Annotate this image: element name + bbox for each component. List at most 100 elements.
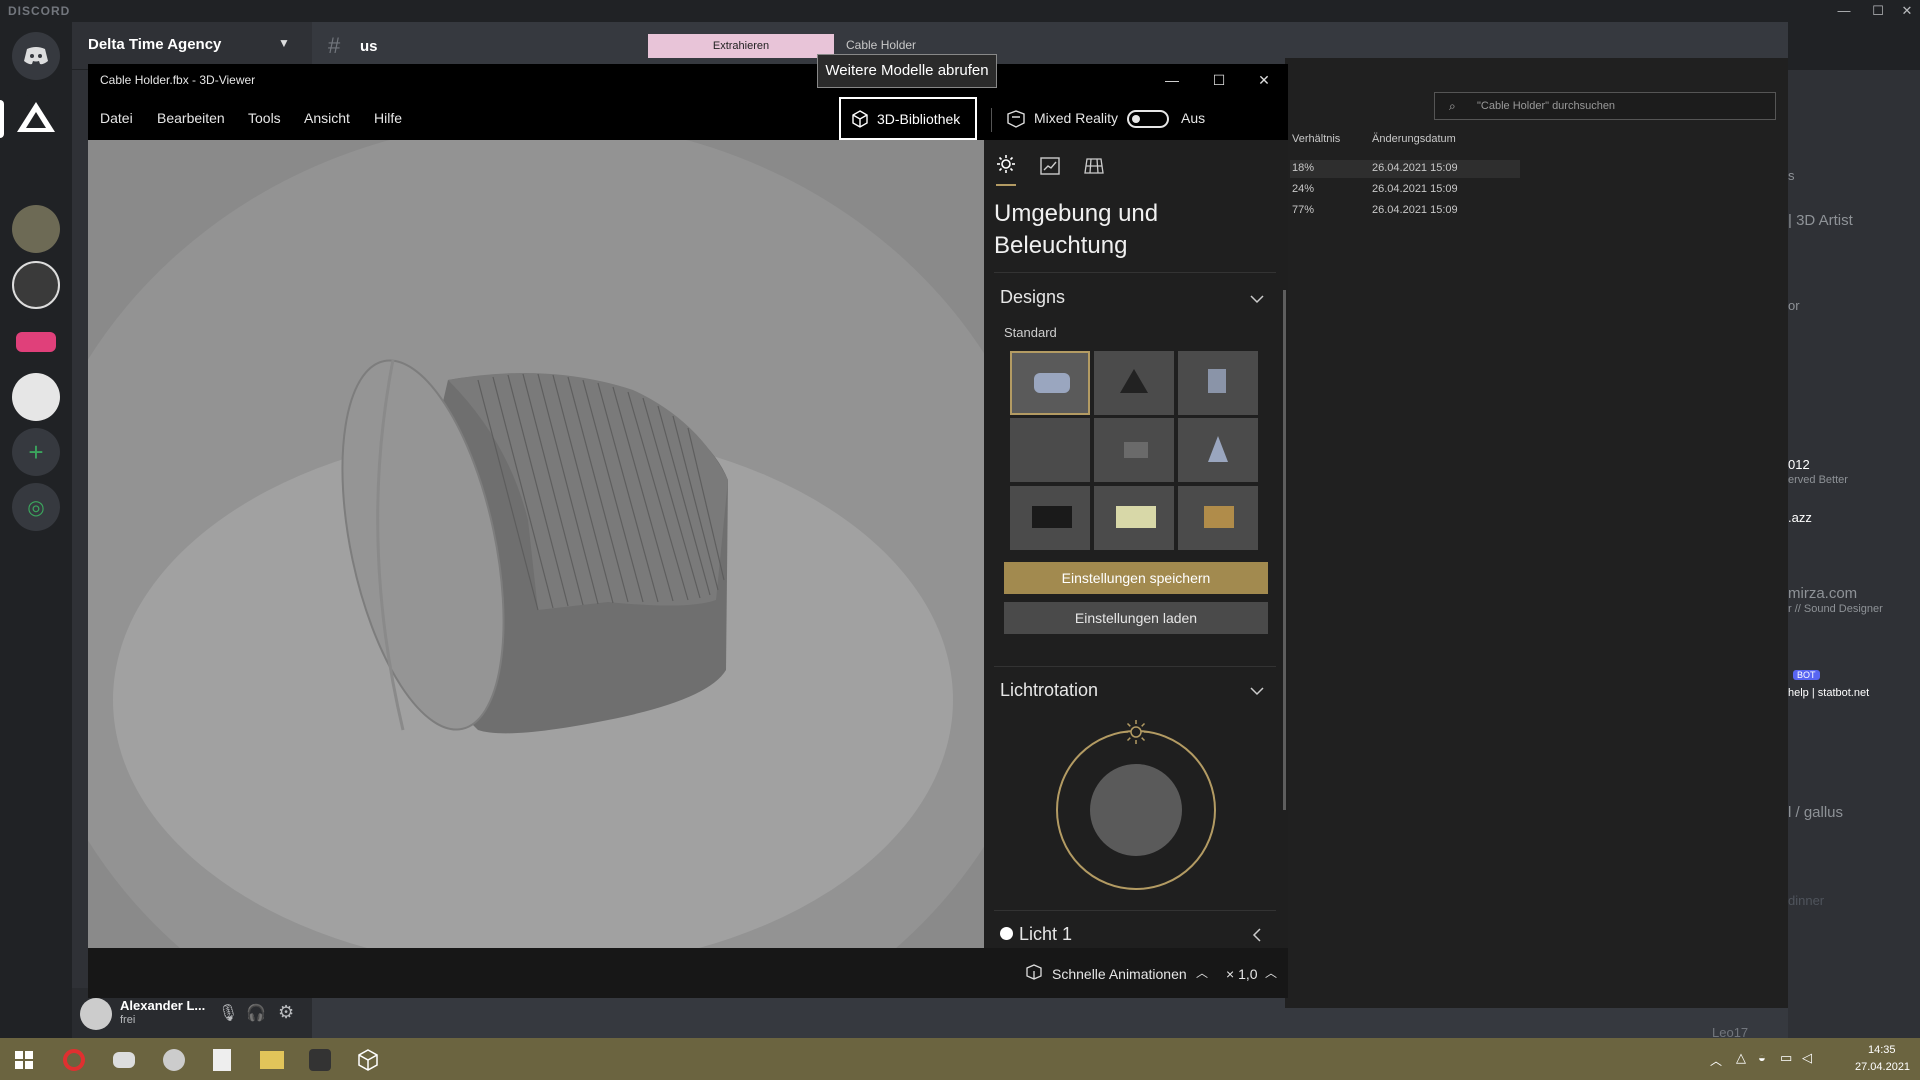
mixed-reality-icon — [1007, 110, 1025, 128]
tray-delta-icon[interactable]: △ — [1736, 1050, 1746, 1066]
pink-server-icon[interactable] — [12, 318, 60, 366]
discord-taskbar-icon[interactable] — [110, 1046, 138, 1074]
column-header[interactable]: Änderungsdatum — [1372, 133, 1456, 145]
design-thumb[interactable] — [1010, 351, 1090, 415]
puzzle-app-icon[interactable] — [306, 1046, 334, 1074]
member-name[interactable]: .azz — [1788, 510, 1812, 525]
design-thumb[interactable] — [1178, 486, 1258, 550]
minimize-icon[interactable]: — — [1152, 67, 1192, 93]
sun-icon[interactable] — [993, 151, 1019, 177]
bot-badge: BOT — [1793, 670, 1820, 680]
server-name[interactable]: Delta Time Agency — [88, 36, 221, 53]
panel-scrollbar[interactable] — [1283, 290, 1286, 810]
hashtag-icon: # — [328, 33, 341, 58]
username[interactable]: Alexander L... — [120, 998, 205, 1013]
viewer-title: Cable Holder.fbx - 3D-Viewer — [100, 73, 256, 87]
chrome-icon[interactable] — [160, 1046, 188, 1074]
minimize-icon[interactable]: — — [1832, 2, 1856, 20]
tray-volume-icon[interactable]: ◁ — [1802, 1050, 1812, 1066]
taskbar-time[interactable]: 14:35 — [1868, 1044, 1896, 1056]
menu-help[interactable]: Hilfe — [374, 110, 402, 126]
file-explorer-icon[interactable] — [258, 1046, 286, 1074]
member-name[interactable]: s — [1788, 168, 1795, 183]
maximize-icon[interactable]: ☐ — [1866, 2, 1890, 20]
3d-viewport[interactable] — [88, 140, 984, 948]
discord-wordmark: DISCORD — [8, 4, 71, 18]
column-header[interactable]: Verhältnis — [1292, 133, 1340, 145]
explorer-search-input[interactable]: ⌕ "Cable Holder" durchsuchen — [1434, 92, 1776, 120]
table-cell: 77% — [1292, 204, 1315, 216]
file-explorer-window — [1285, 58, 1788, 1008]
member-name[interactable]: dinner — [1788, 893, 1824, 908]
headphones-icon[interactable]: 🎧 — [246, 1003, 266, 1023]
quick-animations-label[interactable]: Schnelle Animationen — [1052, 966, 1187, 982]
member-name[interactable]: mirza.com — [1788, 585, 1857, 602]
microphone-icon[interactable]: 🎙 — [218, 1003, 238, 1023]
tray-network-icon[interactable]: ▭ — [1780, 1050, 1792, 1066]
chevron-down-icon[interactable] — [1250, 684, 1264, 698]
close-icon[interactable]: ✕ — [1244, 67, 1284, 93]
3d-library-button[interactable]: 3D-Bibliothek — [839, 97, 977, 140]
explorer-title: Cable Holder — [846, 38, 917, 52]
lion-server-icon[interactable] — [12, 373, 60, 421]
mixed-reality-state: Aus — [1181, 110, 1206, 126]
chevron-up-icon[interactable]: ︿ — [1265, 964, 1277, 981]
chevron-up-icon[interactable]: ︿ — [1196, 964, 1208, 981]
taskbar-date[interactable]: 27.04.2021 — [1855, 1061, 1910, 1073]
add-server-icon[interactable]: + — [12, 428, 60, 476]
sun-handle-icon[interactable] — [1122, 718, 1150, 746]
delta-server-icon[interactable] — [12, 94, 60, 142]
design-thumb[interactable] — [1094, 418, 1174, 482]
toolbar-divider — [991, 108, 992, 132]
menu-tools[interactable]: Tools — [248, 110, 281, 126]
menu-file[interactable]: Datei — [100, 110, 133, 126]
design-thumb[interactable] — [1094, 486, 1174, 550]
stats-icon[interactable] — [1037, 153, 1063, 179]
table-cell: 26.04.2021 15:09 — [1372, 162, 1458, 174]
taskbar — [0, 1038, 1920, 1080]
light-color-dot[interactable] — [1000, 927, 1013, 940]
chevron-down-icon[interactable]: ▼ — [278, 36, 290, 50]
tray-chevron-icon[interactable]: ︿ — [1710, 1052, 1722, 1069]
member-name[interactable]: or — [1788, 298, 1800, 313]
toggle-knob — [1132, 115, 1140, 123]
member-name[interactable]: 012 — [1788, 457, 1810, 472]
member-activity: help | statbot.net — [1788, 687, 1870, 699]
user-status: frei — [120, 1014, 136, 1026]
tray-discord-icon[interactable]: ◒ — [1758, 1050, 1766, 1065]
chevron-down-icon[interactable] — [1250, 292, 1264, 306]
light1-label[interactable]: Licht 1 — [1019, 924, 1072, 945]
grid-icon[interactable] — [1081, 153, 1107, 179]
3d-viewer-taskbar-icon[interactable] — [354, 1046, 382, 1074]
design-thumb[interactable] — [1010, 418, 1090, 482]
light-rotation-heading[interactable]: Lichtrotation — [1000, 680, 1098, 701]
windows-start-icon[interactable] — [10, 1046, 38, 1074]
pan-server-icon[interactable] — [12, 261, 60, 309]
panel-title: Umgebung und Beleuchtung — [994, 200, 1159, 259]
menu-view[interactable]: Ansicht — [304, 110, 350, 126]
avatar[interactable] — [80, 998, 112, 1030]
maximize-icon[interactable]: ☐ — [1199, 67, 1239, 93]
explore-servers-icon[interactable]: ◎ — [12, 483, 60, 531]
save-settings-button[interactable]: Einstellungen speichern — [1004, 562, 1268, 594]
pizza-server-icon[interactable] — [12, 205, 60, 253]
close-icon[interactable]: ✕ — [1895, 2, 1919, 20]
design-thumb[interactable] — [1178, 351, 1258, 415]
chevron-left-icon[interactable] — [1250, 928, 1264, 942]
standard-label: Standard — [1004, 325, 1057, 340]
member-name[interactable]: l / gallus — [1788, 804, 1843, 821]
explorer-extract-tab[interactable]: Extrahieren — [648, 34, 834, 58]
animation-speed[interactable]: × 1,0 — [1226, 966, 1258, 982]
divider — [994, 666, 1276, 667]
gear-icon[interactable]: ⚙ — [278, 1002, 294, 1023]
load-settings-button[interactable]: Einstellungen laden — [1004, 602, 1268, 634]
member-name[interactable]: | 3D Artist — [1788, 212, 1853, 229]
notepad-icon[interactable] — [208, 1046, 236, 1074]
designs-heading[interactable]: Designs — [1000, 287, 1065, 308]
design-thumb[interactable] — [1178, 418, 1258, 482]
design-thumb[interactable] — [1094, 351, 1174, 415]
menu-edit[interactable]: Bearbeiten — [157, 110, 225, 126]
opera-icon[interactable] — [60, 1046, 88, 1074]
discord-home-icon[interactable] — [12, 32, 60, 80]
design-thumb[interactable] — [1010, 486, 1090, 550]
